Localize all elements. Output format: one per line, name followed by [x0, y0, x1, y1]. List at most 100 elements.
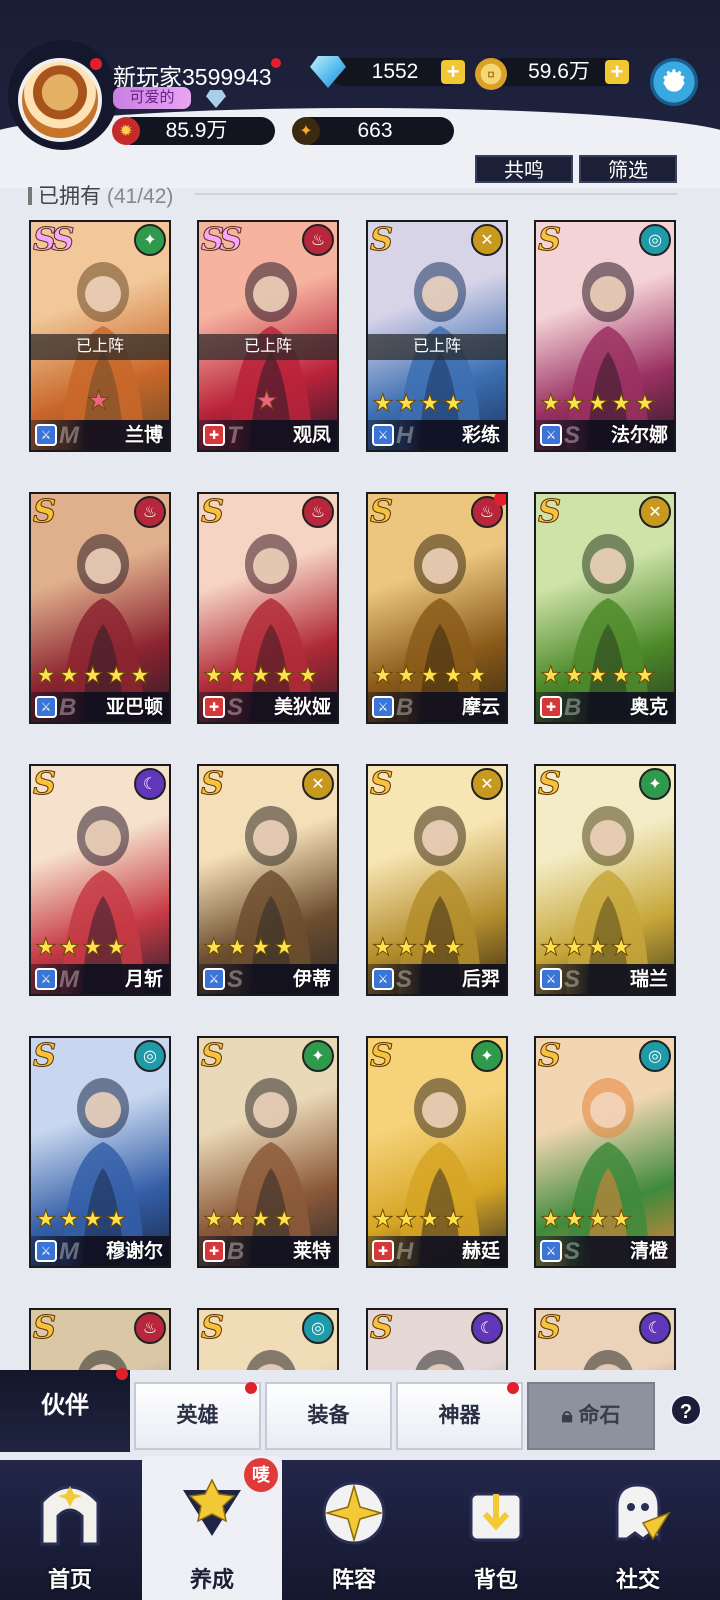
hero-card[interactable]: S ◎ ★ ★ ★ ★ ⚔ M 穆谢尔	[29, 1036, 171, 1268]
faction-red-icon: ♨	[302, 224, 334, 256]
star-icon: ★	[105, 934, 128, 961]
class-blue-icon: ⚔	[372, 696, 394, 718]
add-diamonds-button[interactable]: +	[441, 60, 465, 84]
class-red-icon: ✚	[203, 1240, 225, 1262]
rank-badge: S	[32, 1308, 56, 1347]
tier-letter: S	[227, 694, 244, 721]
rank-badge: SS	[201, 220, 243, 259]
nav-lineup[interactable]: 阵容	[284, 1460, 424, 1600]
hero-card[interactable]: S ✕ 已上阵 ★ ★ ★ ★ ⚔ H 彩练	[366, 220, 508, 452]
nav-home[interactable]: 首页	[0, 1460, 140, 1600]
rank-badge: S	[537, 764, 561, 803]
nav-social[interactable]: 社交	[568, 1460, 708, 1600]
rank-badge: S	[200, 492, 224, 531]
nav-home-label: 首页	[47, 1567, 92, 1592]
nav-bag[interactable]: 背包	[426, 1460, 566, 1600]
star-icon: ★	[82, 1206, 104, 1233]
hero-card[interactable]: S ✦ ★ ★ ★ ★ ✚ B 莱特	[197, 1036, 339, 1268]
star-icon: ★	[587, 934, 609, 961]
filter-button[interactable]: 筛选	[579, 155, 677, 183]
star-icon: ★	[35, 1206, 57, 1233]
star-icon: ★	[250, 1206, 272, 1233]
star-rating: ★ ★ ★ ★ ★	[540, 390, 657, 417]
star-icon: ★	[587, 662, 609, 689]
hero-card[interactable]: S ✕ ★ ★ ★ ★ ⚔ S 后羿	[366, 764, 508, 996]
rank-badge: S	[369, 220, 393, 259]
star-rating: ★ ★ ★ ★	[203, 1206, 296, 1233]
develop-star-icon	[177, 1474, 247, 1544]
hero-card[interactable]: S ♨ ★ ★ ★ ★ ★ ⚔ B 亚巴顿	[29, 492, 171, 724]
star-icon: ★	[419, 390, 441, 417]
nav-develop-label: 养成	[189, 1567, 234, 1592]
rank-badge: S	[537, 220, 561, 259]
star-icon: ★	[250, 662, 272, 689]
star-icon: ★	[105, 1206, 128, 1233]
hero-alert-dot	[494, 494, 506, 506]
star-icon: ★	[395, 390, 418, 417]
avatar[interactable]	[18, 58, 102, 142]
star-icon: ★	[587, 390, 609, 417]
hero-card[interactable]: S ✕ ★ ★ ★ ★ ⚔ S 伊蒂	[197, 764, 339, 996]
tab-partners[interactable]: 伙伴	[0, 1368, 130, 1452]
tier-letter: B	[59, 694, 77, 721]
hero-card[interactable]: S ♨	[29, 1308, 171, 1370]
hero-card[interactable]: SS ♨ 已上阵 ★ ✚ T 观凤	[197, 220, 339, 452]
tier-letter: S	[564, 966, 581, 993]
hero-card[interactable]: S ☾	[534, 1308, 676, 1370]
player-title-badge[interactable]: 可爱的	[113, 87, 191, 109]
help-button[interactable]: ?	[670, 1394, 702, 1426]
class-blue-icon: ⚔	[203, 968, 225, 990]
owned-label: 已拥有	[38, 185, 101, 208]
hero-card[interactable]: S ♨ ★ ★ ★ ★ ★ ✚ S 美狄娅	[197, 492, 339, 724]
hero-card[interactable]: S ♨ ★ ★ ★ ★ ★ ⚔ B 摩云	[366, 492, 508, 724]
star-icon: ★	[442, 662, 465, 689]
hero-name: 莱特	[292, 1241, 331, 1262]
class-red-icon: ✚	[203, 424, 225, 446]
tab-fatestone[interactable]: 🔒︎ 命石	[527, 1382, 655, 1450]
faction-teal-icon: ◎	[639, 1040, 671, 1072]
heading-divider	[195, 193, 677, 195]
star-icon: ★	[35, 934, 57, 961]
tab-artifacts[interactable]: 神器	[396, 1382, 523, 1450]
hero-card[interactable]: SS ✦ 已上阵 ★ ⚔ M 兰博	[29, 220, 171, 452]
star-rating: ★ ★ ★ ★ ★	[540, 662, 657, 689]
diamond-count: 1552	[371, 60, 419, 83]
settings-gear-icon[interactable]: ⚙	[650, 58, 698, 106]
star-icon: ★	[395, 662, 418, 689]
faction-gold-icon: ✕	[302, 768, 334, 800]
nav-bag-label: 背包	[473, 1567, 518, 1592]
hero-name: 瑞兰	[629, 969, 668, 990]
hero-card[interactable]: S ✦ ★ ★ ★ ★ ⚔ S 瑞兰	[534, 764, 676, 996]
hero-name: 伊蒂	[292, 969, 331, 990]
tab-heroes-label: 英雄	[176, 1404, 219, 1427]
star-icon: ★	[610, 1206, 633, 1233]
star-icon: ★	[563, 1206, 586, 1233]
tier-letter: H	[396, 1238, 414, 1265]
resonance-button[interactable]: 共鸣	[475, 155, 573, 183]
star-icon: ★	[297, 662, 319, 689]
star-icon: ★	[372, 390, 394, 417]
rank-badge: S	[32, 492, 56, 531]
hero-card[interactable]: S ◎ ★ ★ ★ ★ ⚔ S 清橙	[534, 1036, 676, 1268]
star-icon: ★	[250, 934, 272, 961]
hero-card[interactable]: S ✦ ★ ★ ★ ★ ✚ H 赫廷	[366, 1036, 508, 1268]
tab-heroes-dot	[245, 1382, 257, 1394]
hero-card[interactable]: S ◎	[197, 1308, 339, 1370]
tab-equipment[interactable]: 装备	[265, 1382, 392, 1450]
nav-develop[interactable]: 唛 养成	[142, 1456, 282, 1600]
tier-letter: S	[564, 1238, 581, 1265]
add-gold-button[interactable]: +	[605, 60, 629, 84]
faction-green-icon: ✦	[471, 1040, 503, 1072]
rank-badge: S	[537, 1036, 561, 1075]
hero-card[interactable]: S ✕ ★ ★ ★ ★ ★ ✚ B 奥克	[534, 492, 676, 724]
nav-lineup-label: 阵容	[331, 1567, 376, 1592]
star-icon: ★	[634, 390, 656, 417]
hero-card[interactable]: S ◎ ★ ★ ★ ★ ★ ⚔ S 法尔娜	[534, 220, 676, 452]
hero-card[interactable]: S ☾ ★ ★ ★ ★ ⚔ M 月斩	[29, 764, 171, 996]
rank-badge: S	[32, 1036, 56, 1075]
tab-partners-dot	[116, 1368, 128, 1380]
faction-purple-icon: ☾	[471, 1312, 503, 1344]
tab-heroes[interactable]: 英雄	[134, 1382, 261, 1450]
hero-card[interactable]: S ☾	[366, 1308, 508, 1370]
hero-name: 法尔娜	[610, 425, 668, 446]
